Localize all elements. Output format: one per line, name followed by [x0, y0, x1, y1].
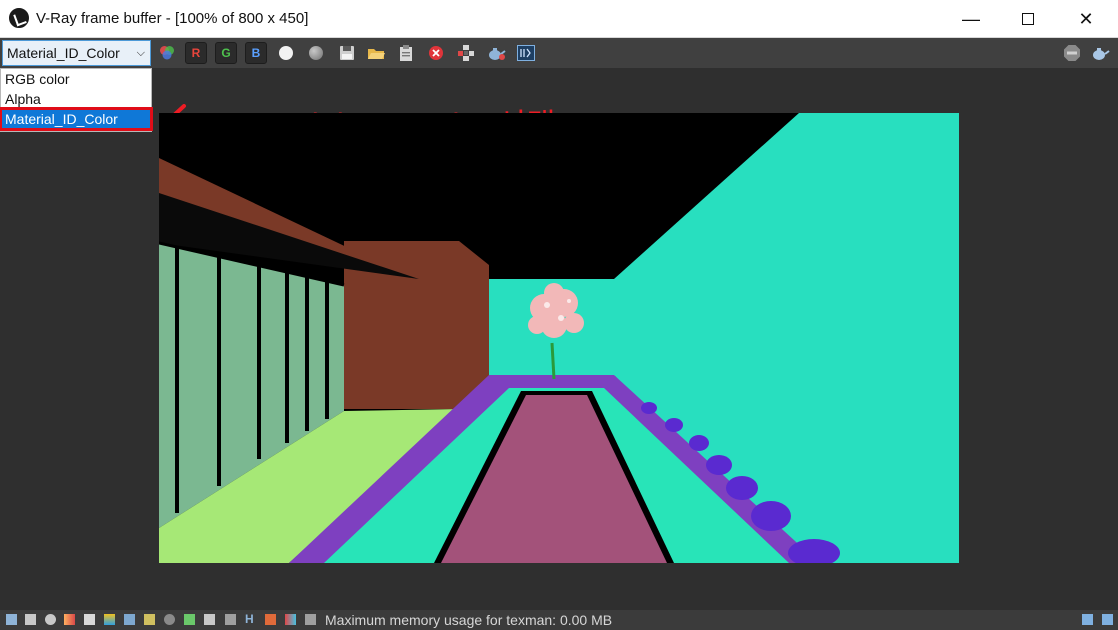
- open-icon[interactable]: [366, 43, 386, 63]
- status-bar: H Maximum memory usage for texman: 0.00 …: [0, 610, 1118, 630]
- green-channel-button[interactable]: G: [215, 42, 237, 64]
- color-correction-icon[interactable]: [157, 43, 177, 63]
- save-icon[interactable]: [337, 43, 357, 63]
- levels-icon[interactable]: [104, 614, 115, 625]
- info-icon[interactable]: [45, 614, 56, 625]
- expand-icon[interactable]: [1102, 614, 1113, 625]
- red-channel-button[interactable]: R: [185, 42, 207, 64]
- dropdown-option-alpha[interactable]: Alpha: [1, 89, 151, 109]
- toolbar: Material_ID_Color ⌵ R G B: [0, 38, 1118, 68]
- close-button[interactable]: ✕: [1063, 0, 1109, 38]
- blue-channel-button[interactable]: B: [245, 42, 267, 64]
- background-icon[interactable]: [184, 614, 195, 625]
- minimize-button[interactable]: —: [948, 0, 994, 38]
- white-circle-icon[interactable]: [276, 43, 296, 63]
- curves-icon[interactable]: [124, 614, 135, 625]
- chevron-down-icon: ⌵: [136, 47, 145, 59]
- lut-icon[interactable]: [204, 614, 215, 625]
- exposure-icon[interactable]: [144, 614, 155, 625]
- channel-dropdown-list: RGB color Alpha Material_ID_Color: [0, 68, 153, 132]
- ab-compare-icon[interactable]: [285, 614, 296, 625]
- compare-icon[interactable]: [265, 614, 276, 625]
- render-teapot-icon[interactable]: [486, 43, 506, 63]
- maximize-icon: [1022, 13, 1034, 25]
- render-image: [158, 113, 959, 567]
- maximize-button[interactable]: [1005, 0, 1051, 38]
- pixel-info-icon[interactable]: [6, 614, 17, 625]
- title-bar: V-Ray frame buffer - [100% of 800 x 450]…: [0, 0, 1118, 38]
- render-icon[interactable]: [1090, 43, 1110, 63]
- dropdown-option-material-id-color[interactable]: Material_ID_Color: [0, 107, 153, 131]
- stop-icon[interactable]: [1062, 43, 1082, 63]
- clear-icon[interactable]: [426, 43, 446, 63]
- histogram-h-icon[interactable]: H: [245, 613, 256, 625]
- clipboard-status-icon[interactable]: [25, 614, 36, 625]
- clipboard-icon[interactable]: [396, 43, 416, 63]
- settings-icon[interactable]: [305, 614, 316, 625]
- vray-logo-icon: [9, 8, 29, 28]
- window-title: V-Ray frame buffer - [100% of 800 x 450]: [36, 10, 309, 27]
- color-clamp-icon[interactable]: [64, 614, 75, 625]
- channel-select[interactable]: Material_ID_Color ⌵: [2, 40, 151, 66]
- dropdown-option-rgb-color[interactable]: RGB color: [1, 69, 151, 89]
- channel-select-value: Material_ID_Color: [7, 45, 120, 61]
- status-text: Maximum memory usage for texman: 0.00 MB: [325, 612, 613, 628]
- gray-circle-icon[interactable]: [306, 43, 326, 63]
- white-balance-icon[interactable]: [164, 614, 175, 625]
- ocio-icon[interactable]: [225, 614, 236, 625]
- hsl-icon[interactable]: [84, 614, 95, 625]
- track-mouse-icon[interactable]: [456, 43, 476, 63]
- vfb-history-icon[interactable]: [516, 43, 536, 63]
- restore-icon[interactable]: [1082, 614, 1093, 625]
